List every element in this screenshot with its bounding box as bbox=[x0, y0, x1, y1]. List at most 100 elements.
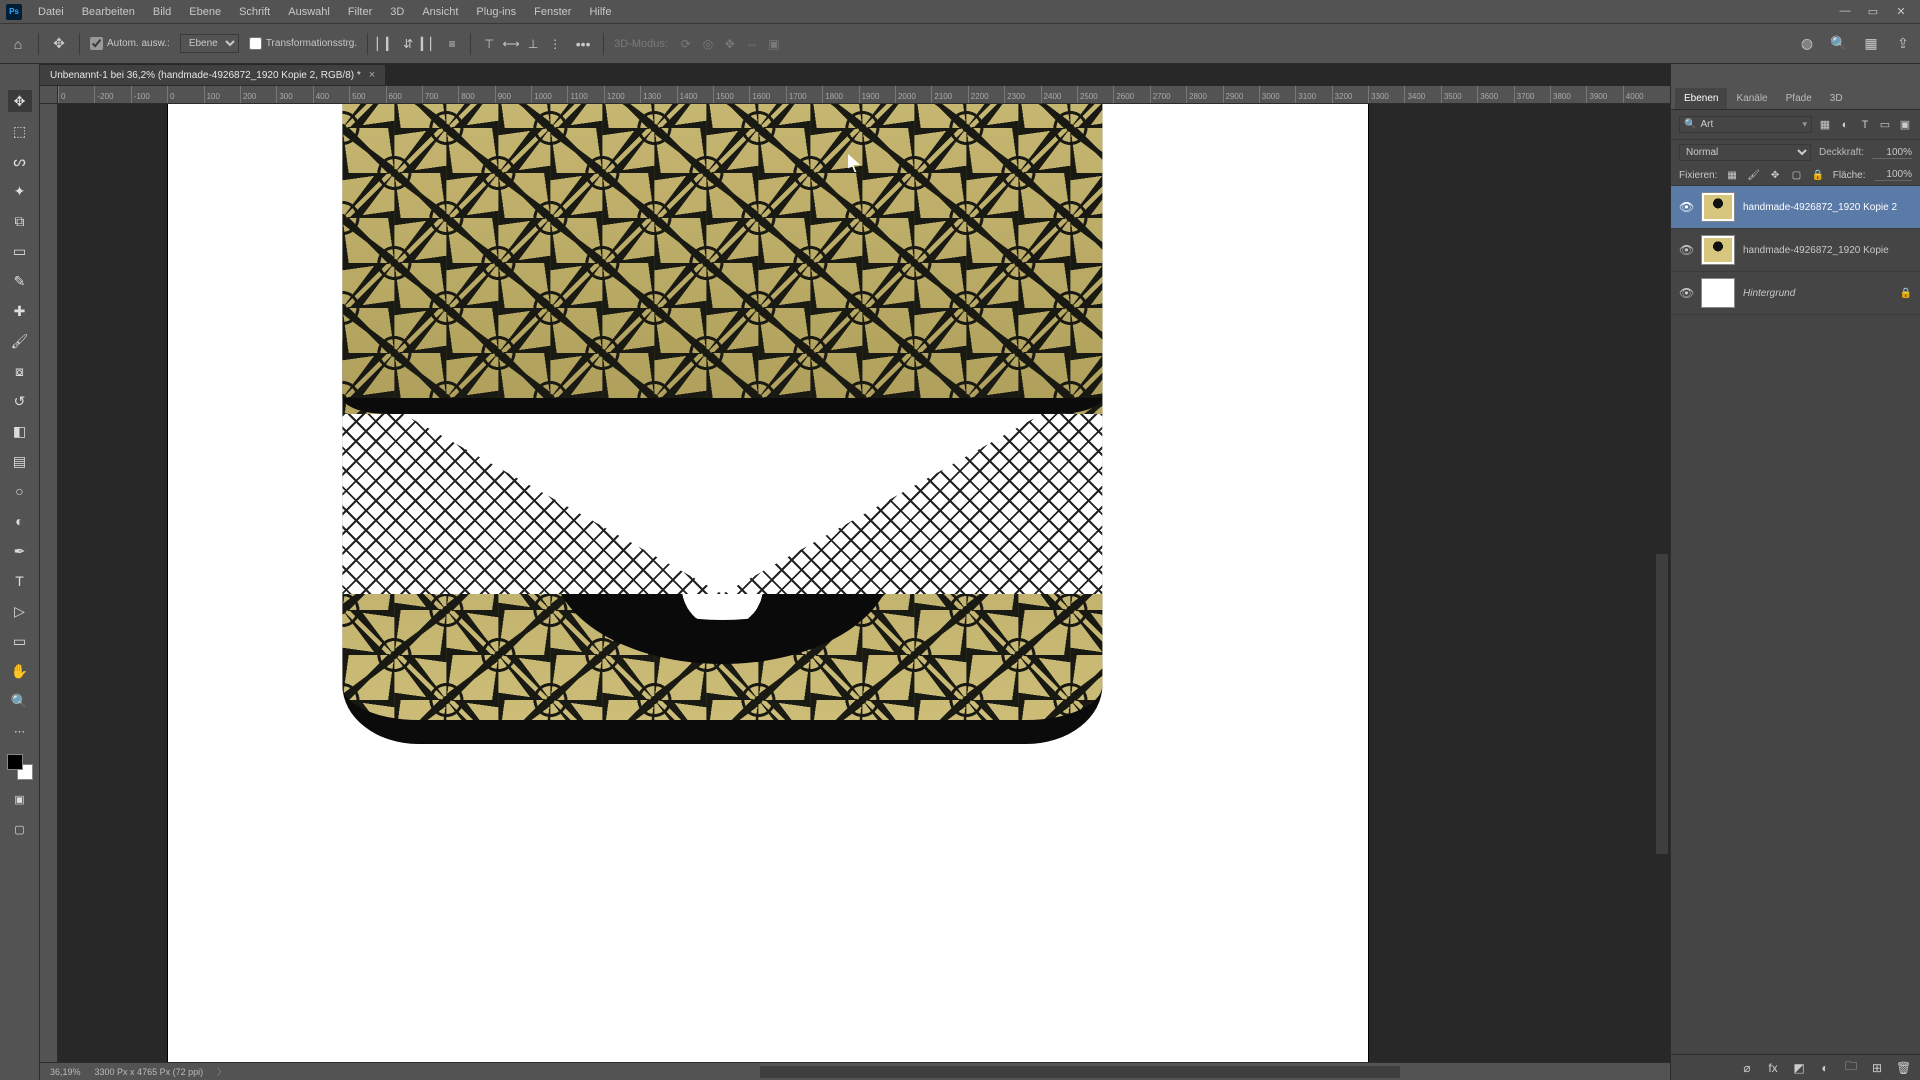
window-minimize-icon[interactable]: — bbox=[1838, 5, 1852, 18]
status-more-icon[interactable]: 〉 bbox=[217, 1065, 226, 1078]
type-tool[interactable]: T bbox=[8, 570, 32, 592]
align-left-icon[interactable]: ▏▎ bbox=[378, 36, 394, 52]
lasso-tool[interactable]: ᔕ bbox=[8, 150, 32, 172]
menu-bild[interactable]: Bild bbox=[145, 2, 179, 22]
shape-tool[interactable]: ▭ bbox=[8, 630, 32, 652]
align-vcenter-icon[interactable]: ⟷ bbox=[503, 36, 519, 52]
horizontal-scrollbar[interactable] bbox=[760, 1066, 1400, 1078]
magic-wand-tool[interactable]: ✦ bbox=[8, 180, 32, 202]
menu-auswahl[interactable]: Auswahl bbox=[280, 2, 338, 22]
distribute-h-icon[interactable]: ≡ bbox=[444, 36, 460, 52]
layer-name[interactable]: Hintergrund bbox=[1743, 288, 1892, 299]
move-tool-icon[interactable]: ✥ bbox=[49, 34, 69, 54]
align-bottom-icon[interactable]: ⊥ bbox=[525, 36, 541, 52]
clone-stamp-tool[interactable]: ⧇ bbox=[8, 360, 32, 382]
ruler-horizontal[interactable]: 0-200-1000100200300400500600700800900100… bbox=[58, 86, 1670, 104]
filter-adjust-icon[interactable]: ◐ bbox=[1838, 118, 1852, 132]
pen-tool[interactable]: ✒ bbox=[8, 540, 32, 562]
eraser-tool[interactable]: ◧ bbox=[8, 420, 32, 442]
eyedropper-tool[interactable]: ✎ bbox=[8, 270, 32, 292]
layer-row[interactable]: 👁handmade-4926872_1920 Kopie 2 bbox=[1671, 186, 1920, 229]
menu-ebene[interactable]: Ebene bbox=[181, 2, 229, 22]
new-layer-icon[interactable]: ⊞ bbox=[1870, 1061, 1884, 1075]
opacity-value[interactable]: 100% bbox=[1872, 147, 1912, 159]
menu-3d[interactable]: 3D bbox=[382, 2, 412, 22]
lock-transparency-icon[interactable]: ▦ bbox=[1725, 170, 1738, 181]
layer-mask-icon[interactable]: ◩ bbox=[1792, 1061, 1806, 1075]
adjustment-layer-icon[interactable]: ◐ bbox=[1818, 1061, 1832, 1075]
document-canvas[interactable] bbox=[168, 104, 1368, 1062]
quick-mask-icon[interactable]: ▣ bbox=[8, 788, 32, 810]
healing-brush-tool[interactable]: ✚ bbox=[8, 300, 32, 322]
align-hcenter-icon[interactable]: ⇵ bbox=[400, 36, 416, 52]
status-docinfo[interactable]: 3300 Px x 4765 Px (72 ppi) bbox=[95, 1067, 204, 1077]
filter-type-icon[interactable]: T bbox=[1858, 118, 1872, 132]
menu-filter[interactable]: Filter bbox=[340, 2, 380, 22]
dodge-tool[interactable]: ◐ bbox=[8, 510, 32, 532]
layer-name[interactable]: handmade-4926872_1920 Kopie bbox=[1743, 245, 1912, 256]
blend-mode-dropdown[interactable]: Normal bbox=[1679, 144, 1811, 161]
move-tool[interactable]: ✥ bbox=[8, 90, 32, 112]
auto-select-target-dropdown[interactable]: Ebene bbox=[180, 34, 239, 53]
menu-bearbeiten[interactable]: Bearbeiten bbox=[74, 2, 143, 22]
menu-hilfe[interactable]: Hilfe bbox=[581, 2, 619, 22]
foreground-color-swatch[interactable] bbox=[7, 754, 23, 770]
layer-thumbnail[interactable] bbox=[1701, 192, 1735, 222]
auto-select-input[interactable] bbox=[90, 37, 103, 50]
search-icon[interactable]: 🔍 bbox=[1830, 35, 1848, 53]
gradient-tool[interactable]: ▤ bbox=[8, 450, 32, 472]
home-icon[interactable]: ⌂ bbox=[8, 34, 28, 54]
path-select-tool[interactable]: ▷ bbox=[8, 600, 32, 622]
menu-fenster[interactable]: Fenster bbox=[526, 2, 579, 22]
brush-tool[interactable]: 🖌 bbox=[8, 330, 32, 352]
marquee-tool[interactable]: ⬚ bbox=[8, 120, 32, 142]
tab-3d[interactable]: 3D bbox=[1821, 88, 1852, 109]
tab-ebenen[interactable]: Ebenen bbox=[1675, 88, 1727, 109]
layer-thumbnail[interactable] bbox=[1701, 235, 1735, 265]
menu-plugins[interactable]: Plug-ins bbox=[468, 2, 524, 22]
ruler-origin[interactable] bbox=[40, 86, 58, 104]
auto-select-checkbox[interactable]: Autom. ausw.: bbox=[90, 37, 170, 50]
distribute-v-icon[interactable]: ⋮ bbox=[547, 36, 563, 52]
canvas-viewport[interactable] bbox=[58, 104, 1670, 1062]
new-group-icon[interactable]: 🗀 bbox=[1844, 1057, 1858, 1078]
layer-row[interactable]: 👁Hintergrund🔒 bbox=[1671, 272, 1920, 315]
lock-position-icon[interactable]: ✥ bbox=[1768, 170, 1781, 181]
filter-pixel-icon[interactable]: ▦ bbox=[1818, 118, 1832, 132]
layer-visibility-icon[interactable]: 👁 bbox=[1679, 243, 1693, 257]
menu-ansicht[interactable]: Ansicht bbox=[414, 2, 466, 22]
share-icon[interactable]: ⇪ bbox=[1894, 35, 1912, 53]
filter-shape-icon[interactable]: ▭ bbox=[1878, 118, 1892, 132]
more-options-icon[interactable]: ••• bbox=[573, 34, 593, 54]
document-tab[interactable]: Unbenannt-1 bei 36,2% (handmade-4926872_… bbox=[40, 65, 385, 85]
transform-controls-input[interactable] bbox=[249, 37, 262, 50]
crop-tool[interactable]: ⧉ bbox=[8, 210, 32, 232]
workspace-icon[interactable]: ▦ bbox=[1862, 35, 1880, 53]
lock-all-icon[interactable]: 🔒 bbox=[1811, 170, 1824, 181]
window-maximize-icon[interactable]: ▭ bbox=[1866, 5, 1880, 18]
filter-smart-icon[interactable]: ▣ bbox=[1898, 118, 1912, 132]
history-brush-tool[interactable]: ↺ bbox=[8, 390, 32, 412]
tab-pfade[interactable]: Pfade bbox=[1777, 88, 1821, 109]
fill-value[interactable]: 100% bbox=[1874, 169, 1912, 181]
color-swatches[interactable] bbox=[7, 754, 33, 780]
edit-toolbar-icon[interactable]: ⋯ bbox=[8, 720, 32, 742]
ruler-vertical[interactable] bbox=[40, 104, 58, 1062]
document-tab-close-icon[interactable]: × bbox=[369, 69, 375, 81]
layer-thumbnail[interactable] bbox=[1701, 278, 1735, 308]
hand-tool[interactable]: ✋ bbox=[8, 660, 32, 682]
align-top-icon[interactable]: ⊤ bbox=[481, 36, 497, 52]
lock-paint-icon[interactable]: 🖌 bbox=[1747, 170, 1760, 181]
menu-schrift[interactable]: Schrift bbox=[231, 2, 278, 22]
layer-name[interactable]: handmade-4926872_1920 Kopie 2 bbox=[1743, 202, 1912, 213]
blur-tool[interactable]: ○ bbox=[8, 480, 32, 502]
transform-controls-checkbox[interactable]: Transformationsstrg. bbox=[249, 37, 357, 50]
layer-fx-icon[interactable]: fx bbox=[1766, 1061, 1780, 1075]
delete-layer-icon[interactable]: 🗑 bbox=[1896, 1061, 1910, 1075]
lock-artboard-icon[interactable]: ▢ bbox=[1790, 170, 1803, 181]
layer-visibility-icon[interactable]: 👁 bbox=[1679, 286, 1693, 300]
window-close-icon[interactable]: ✕ bbox=[1894, 5, 1908, 18]
layer-filter-dropdown[interactable]: 🔍 Art ▾ bbox=[1679, 116, 1812, 133]
status-zoom[interactable]: 36,19% bbox=[50, 1067, 81, 1077]
zoom-tool[interactable]: 🔍 bbox=[8, 690, 32, 712]
